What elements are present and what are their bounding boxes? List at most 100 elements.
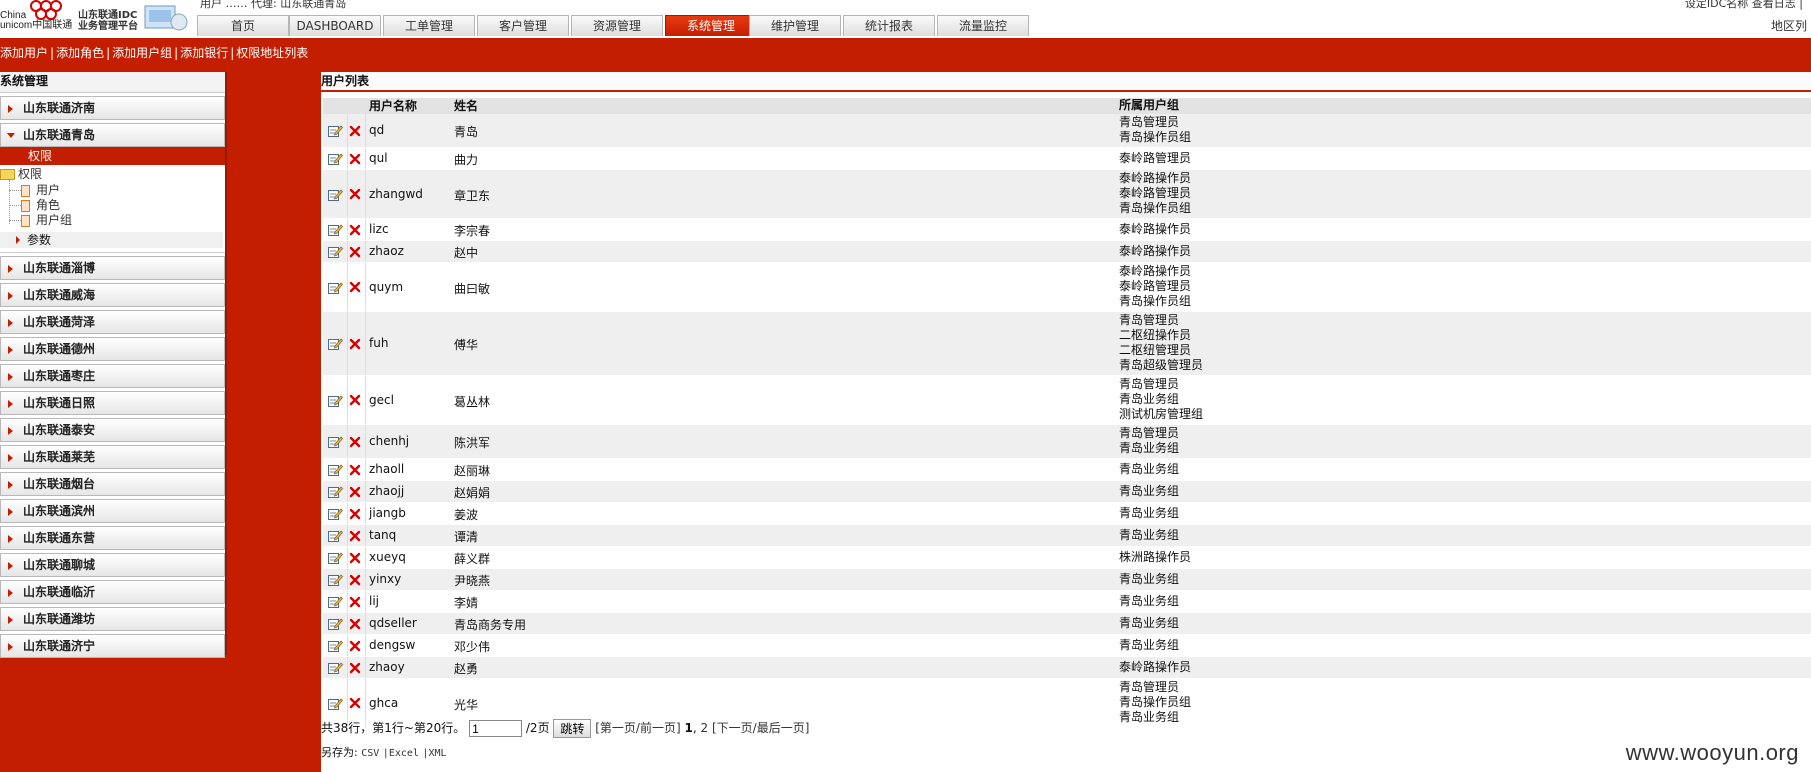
platform-line2: 业务管理平台 [78, 21, 138, 32]
edit-icon[interactable] [328, 551, 343, 564]
delete-icon[interactable] [349, 640, 361, 652]
sidebar-region[interactable]: 山东联通枣庄 [0, 364, 225, 388]
delete-icon[interactable] [349, 486, 361, 498]
group-item: 青岛超级管理员 [1119, 358, 1204, 372]
edit-icon[interactable] [328, 639, 343, 652]
add-role-link[interactable]: 添加角色 [56, 46, 104, 60]
perm-section-header[interactable]: 权限 [0, 147, 225, 165]
delete-icon[interactable] [349, 697, 361, 709]
nav-tab[interactable]: 首页 [197, 15, 289, 36]
export-csv-link[interactable]: CSV [361, 748, 379, 759]
nav-tab[interactable]: 客户管理 [477, 15, 569, 36]
sidebar-region[interactable]: 山东联通菏泽 [0, 310, 225, 334]
cell-divider [347, 376, 348, 424]
edit-icon[interactable] [328, 617, 343, 630]
delete-icon[interactable] [349, 508, 361, 520]
sidebar-region[interactable]: 山东联通莱芜 [0, 445, 225, 469]
group-item: 泰岭路操作员 [1119, 222, 1192, 236]
sidebar-region[interactable]: 山东联通德州 [0, 337, 225, 361]
page-2-link[interactable]: 2 [701, 721, 709, 735]
sidebar-region[interactable]: 山东联通聊城 [0, 553, 225, 577]
edit-icon[interactable] [328, 463, 343, 476]
sidebar-region[interactable]: 山东联通潍坊 [0, 607, 225, 631]
delete-icon[interactable] [349, 662, 361, 674]
delete-icon[interactable] [349, 596, 361, 608]
top-right-links[interactable]: 设定IDC名称 查看日志 | [1685, 0, 1803, 11]
edit-icon[interactable] [328, 595, 343, 608]
delete-icon[interactable] [349, 552, 361, 564]
sidebar-params[interactable]: 参数 [0, 232, 223, 248]
edit-icon[interactable] [328, 697, 343, 710]
delete-icon[interactable] [349, 246, 361, 258]
edit-icon[interactable] [328, 661, 343, 674]
edit-icon[interactable] [328, 281, 343, 294]
region-list-link[interactable]: 地区列 [1771, 17, 1807, 34]
export-excel-link[interactable]: Excel [389, 748, 419, 759]
delete-icon[interactable] [349, 530, 361, 542]
cell-groups: 株洲路操作员 [1119, 550, 1191, 565]
sidebar-region[interactable]: 山东联通泰安 [0, 418, 225, 442]
delete-icon[interactable] [349, 224, 361, 236]
next-last-link[interactable]: [下一页/最后一页] [712, 721, 809, 735]
delete-icon[interactable] [349, 281, 361, 293]
delete-icon[interactable] [349, 464, 361, 476]
delete-icon[interactable] [349, 394, 361, 406]
delete-icon[interactable] [349, 153, 361, 165]
sidebar-region[interactable]: 山东联通烟台 [0, 472, 225, 496]
edit-icon[interactable] [328, 124, 343, 137]
page-input[interactable] [469, 720, 523, 737]
edit-icon[interactable] [328, 188, 343, 201]
sidebar-region[interactable]: 山东联通日照 [0, 391, 225, 415]
nav-tab[interactable]: 统计报表 [843, 15, 935, 36]
region-label: 山东联通聊城 [23, 558, 96, 572]
row-actions [323, 148, 366, 169]
tree-root[interactable]: 权限 [0, 167, 42, 182]
nav-tab[interactable]: 工单管理 [383, 15, 475, 36]
cell-groups: 泰岭路操作员 泰岭路管理员 青岛操作员组 [1119, 171, 1191, 216]
sidebar-region[interactable]: 山东联通淄博 [0, 256, 225, 280]
delete-icon[interactable] [349, 618, 361, 630]
cell-username: xueyq [369, 550, 406, 564]
delete-icon[interactable] [349, 125, 361, 137]
first-prev-link[interactable]: [第一页/前一页] [595, 721, 680, 735]
nav-tab[interactable]: 系统管理 [665, 15, 757, 36]
sidebar-region-jinan[interactable]: 山东联通济南 [0, 96, 225, 120]
nav-tab[interactable]: 流量监控 [937, 15, 1029, 36]
add-user-link[interactable]: 添加用户 [0, 46, 48, 60]
sidebar-region[interactable]: 山东联通东营 [0, 526, 225, 550]
tree-item-group[interactable]: 用户组 [21, 213, 72, 228]
edit-icon[interactable] [328, 223, 343, 236]
sidebar-region[interactable]: 山东联通滨州 [0, 499, 225, 523]
edit-icon[interactable] [328, 507, 343, 520]
delete-icon[interactable] [349, 188, 361, 200]
delete-icon[interactable] [349, 436, 361, 448]
jump-button[interactable]: 跳转 [553, 719, 592, 738]
edit-icon[interactable] [328, 573, 343, 586]
cell-name: 青岛 [454, 125, 479, 139]
delete-icon[interactable] [349, 574, 361, 586]
nav-tab[interactable]: 资源管理 [571, 15, 663, 36]
watermark: www.wooyun.org [1625, 740, 1799, 765]
group-item: 二枢纽管理员 [1119, 343, 1192, 357]
edit-icon[interactable] [328, 337, 343, 350]
add-group-link[interactable]: 添加用户组 [112, 46, 172, 60]
export-xml-link[interactable]: XML [428, 748, 446, 759]
nav-tab[interactable]: DASHBOARD [289, 15, 381, 36]
nav-tab[interactable]: 维护管理 [749, 15, 841, 36]
edit-icon[interactable] [328, 529, 343, 542]
sidebar-region[interactable]: 山东联通威海 [0, 283, 225, 307]
edit-icon[interactable] [328, 394, 343, 407]
sidebar-region[interactable]: 山东联通临沂 [0, 580, 225, 604]
delete-icon[interactable] [349, 338, 361, 350]
add-bank-link[interactable]: 添加银行 [180, 46, 228, 60]
perm-list-link[interactable]: 权限地址列表 [236, 46, 308, 60]
tree-item-role[interactable]: 角色 [21, 198, 60, 213]
sidebar-region-qingdao[interactable]: 山东联通青岛 [0, 123, 225, 147]
row-actions [323, 263, 366, 311]
edit-icon[interactable] [328, 245, 343, 258]
sidebar-region[interactable]: 山东联通济宁 [0, 634, 225, 658]
edit-icon[interactable] [328, 152, 343, 165]
edit-icon[interactable] [328, 435, 343, 448]
edit-icon[interactable] [328, 485, 343, 498]
tree-item-user[interactable]: 用户 [21, 183, 60, 198]
